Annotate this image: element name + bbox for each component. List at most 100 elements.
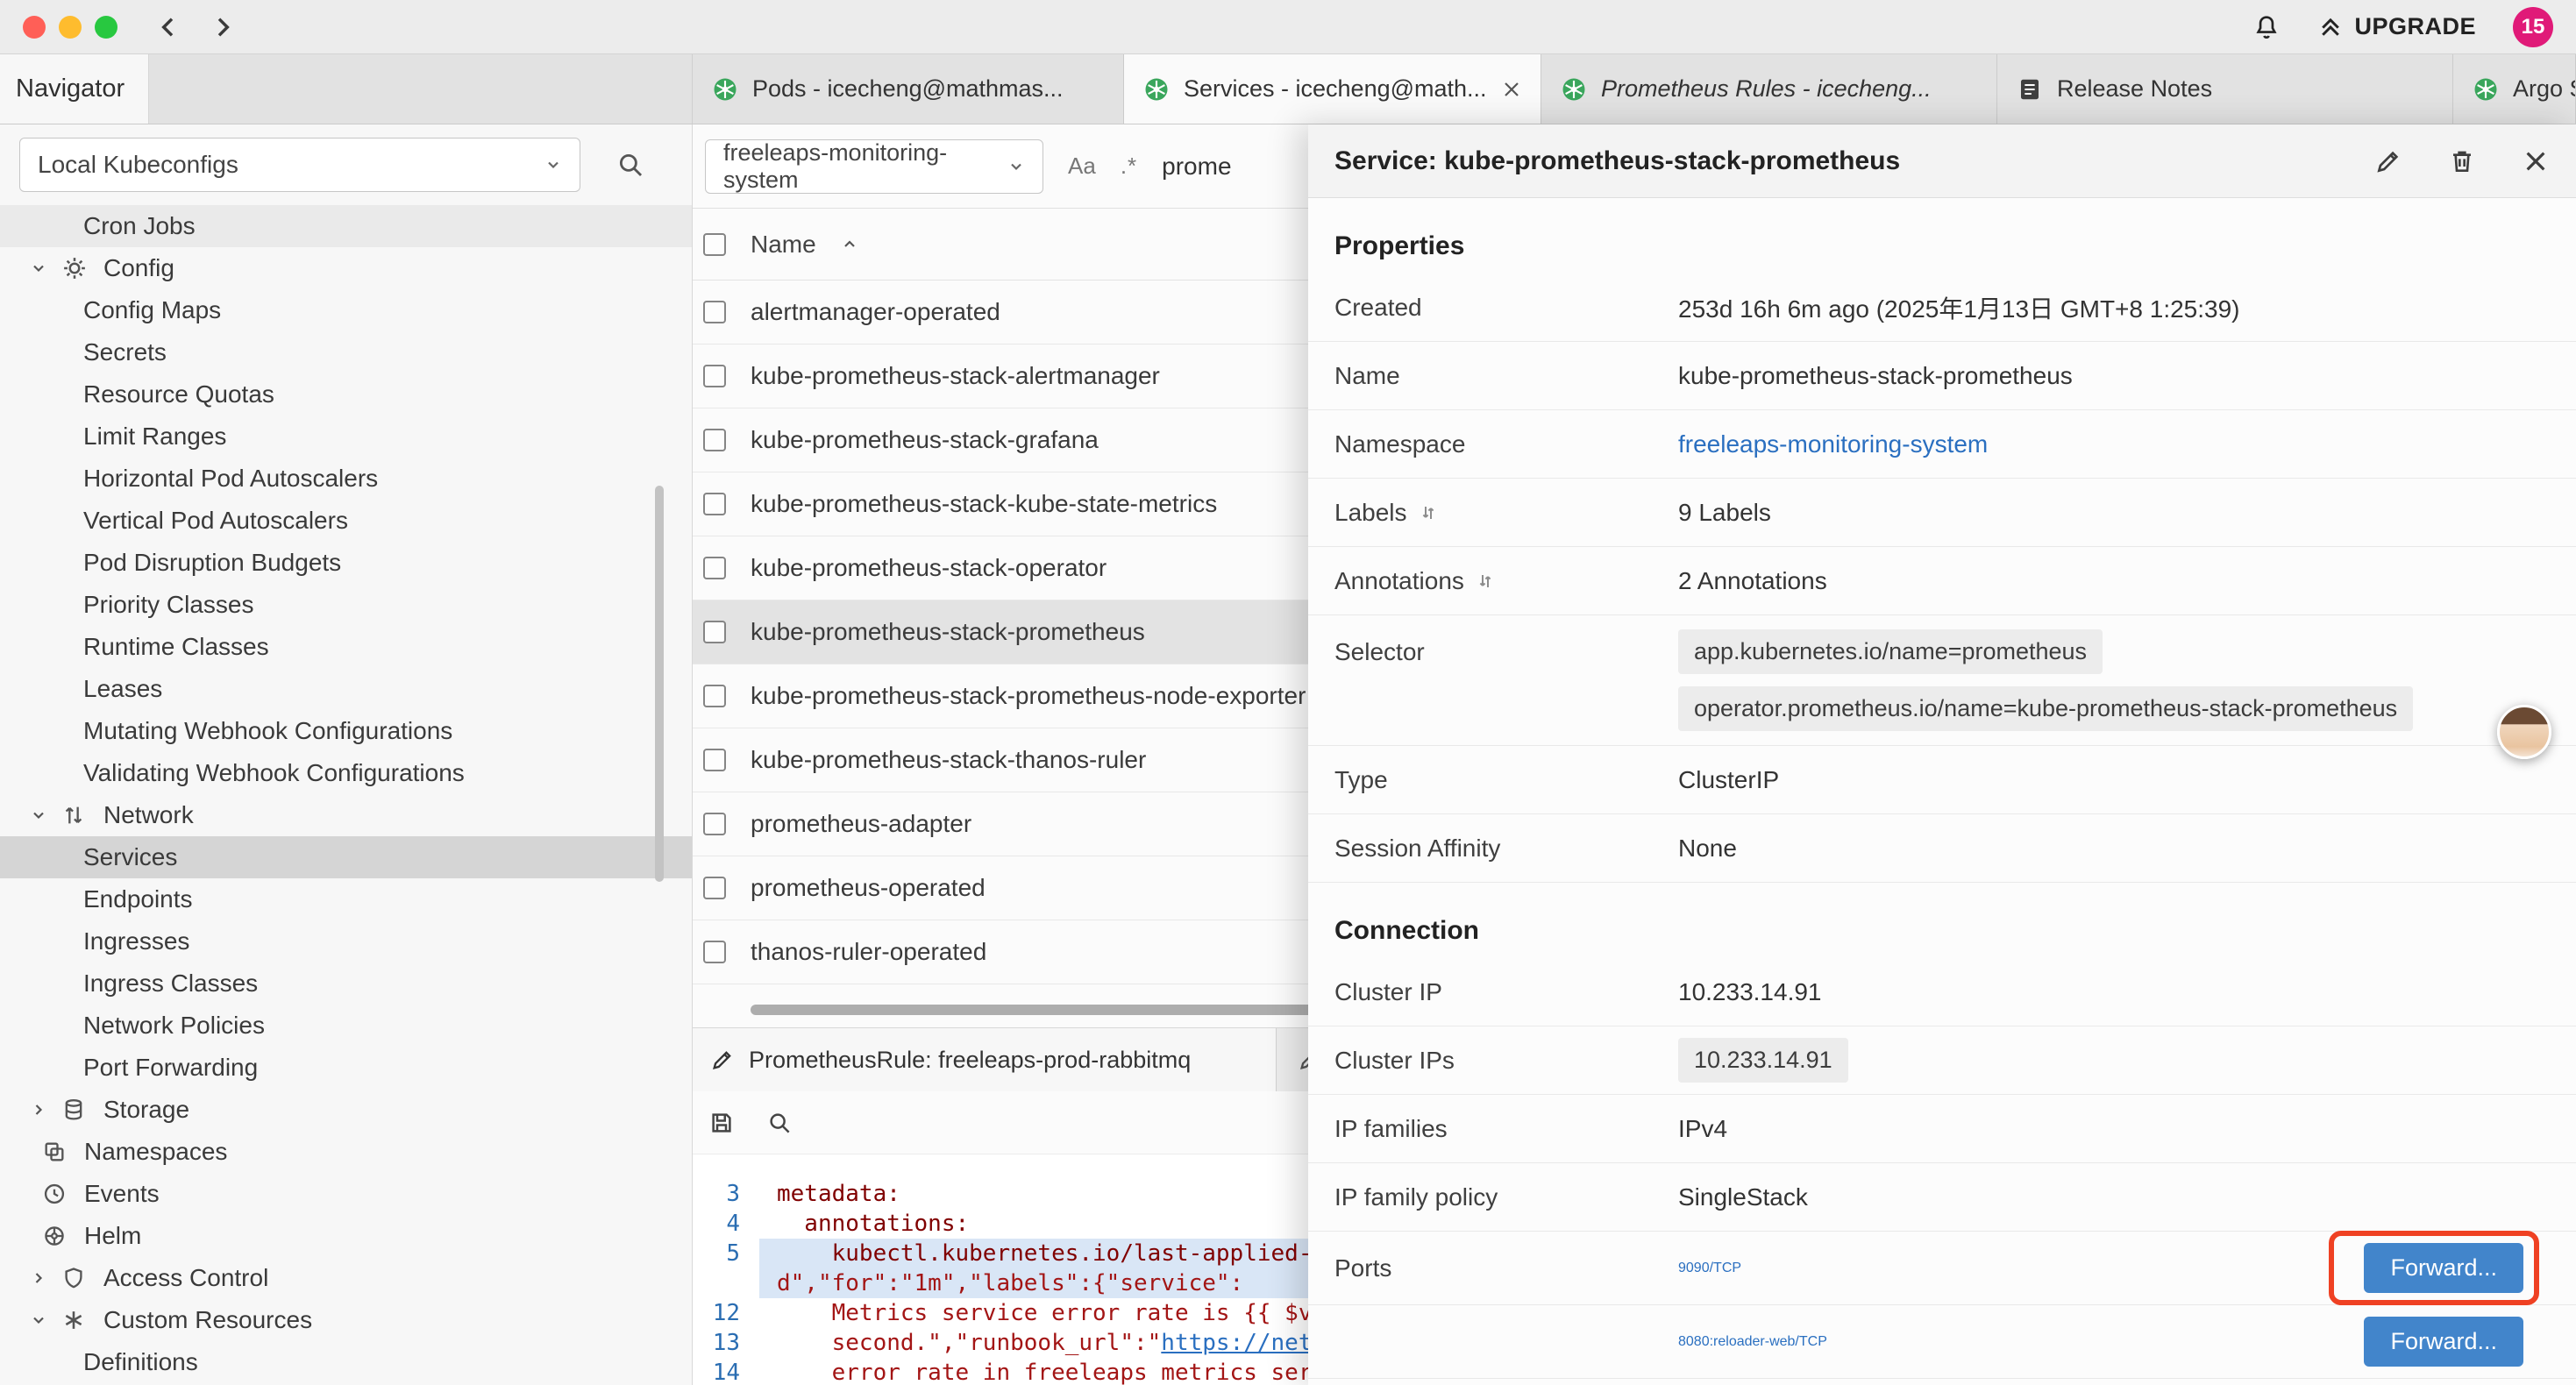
row-checkbox[interactable]	[703, 493, 726, 515]
port-link-9090[interactable]: 9090/TCP	[1678, 1261, 1741, 1276]
sidebar-item-config-maps[interactable]: Config Maps	[0, 289, 692, 331]
runbook-url-link[interactable]: https://net	[1161, 1330, 1312, 1356]
sidebar-item-horizontal-pod-autoscalers[interactable]: Horizontal Pod Autoscalers	[0, 458, 692, 500]
row-checkbox[interactable]	[703, 941, 726, 963]
chevron-down-icon[interactable]	[30, 806, 49, 824]
sidebar-item-priority-classes[interactable]: Priority Classes	[0, 584, 692, 626]
row-checkbox[interactable]	[703, 749, 726, 771]
dock-tab-prometheusrule[interactable]: PrometheusRule: freeleaps-prod-rabbitmq	[693, 1028, 1277, 1091]
close-tab-icon[interactable]	[1501, 79, 1522, 100]
chevron-down-icon[interactable]	[30, 1311, 49, 1329]
navigator-sidebar: Local Kubeconfigs Cron Jobs Config Confi…	[0, 124, 693, 1385]
row-checkbox[interactable]	[703, 301, 726, 323]
row-name: alertmanager-operated	[751, 298, 1000, 326]
column-header-name[interactable]: Name	[751, 231, 816, 259]
namespace-link[interactable]: freeleaps-monitoring-system	[1678, 430, 2550, 458]
sidebar-item-cron-jobs[interactable]: Cron Jobs	[0, 205, 692, 247]
tab-release-notes[interactable]: Release Notes	[1997, 54, 2453, 124]
search-icon[interactable]	[616, 150, 645, 180]
row-checkbox[interactable]	[703, 365, 726, 387]
tab-strip: Navigator Pods - icecheng@mathmas... Ser…	[0, 54, 2576, 124]
namespace-select[interactable]: freeleaps-monitoring-system	[705, 139, 1043, 194]
detail-label: Ports	[1334, 1254, 1678, 1282]
close-icon[interactable]	[2522, 147, 2550, 175]
sidebar-item-runtime-classes[interactable]: Runtime Classes	[0, 626, 692, 668]
chevron-down-icon[interactable]	[30, 259, 49, 277]
forward-icon[interactable]	[209, 13, 237, 41]
search-icon[interactable]	[766, 1110, 793, 1136]
sidebar-item-label: Priority Classes	[83, 591, 253, 619]
tab-services[interactable]: Services - icecheng@math...	[1124, 54, 1541, 124]
search-input[interactable]: prome	[1162, 153, 1231, 181]
sidebar-item-mutating-webhook-configurations[interactable]: Mutating Webhook Configurations	[0, 710, 692, 752]
sidebar-item-access-control[interactable]: Access Control	[0, 1257, 692, 1299]
sidebar-item-label: Services	[83, 843, 177, 871]
row-name: kube-prometheus-stack-grafana	[751, 426, 1099, 454]
match-case-toggle[interactable]: Aa	[1068, 153, 1096, 180]
sidebar-item-custom-resources[interactable]: Custom Resources	[0, 1299, 692, 1341]
row-checkbox[interactable]	[703, 813, 726, 835]
sidebar-item-label: Network Policies	[83, 1012, 265, 1040]
save-icon[interactable]	[708, 1110, 735, 1136]
notification-count-badge[interactable]: 15	[2513, 7, 2553, 47]
sidebar-item-config[interactable]: Config	[0, 247, 692, 289]
row-checkbox[interactable]	[703, 429, 726, 451]
sidebar-item-network-policies[interactable]: Network Policies	[0, 1005, 692, 1047]
tab-pods[interactable]: Pods - icecheng@mathmas...	[693, 54, 1124, 124]
expand-collapse-icon[interactable]	[1475, 571, 1496, 592]
detail-label: Type	[1334, 766, 1678, 794]
chevron-right-icon[interactable]	[30, 1269, 49, 1287]
row-checkbox[interactable]	[703, 877, 726, 899]
sidebar-item-label: Ingresses	[83, 927, 189, 955]
notifications-bell-icon[interactable]	[2252, 13, 2281, 41]
regex-toggle[interactable]: .*	[1121, 153, 1137, 180]
sidebar-item-namespaces[interactable]: Namespaces	[0, 1131, 692, 1173]
detail-row-namespace: Namespace freeleaps-monitoring-system	[1308, 410, 2576, 479]
detail-value: None	[1678, 835, 2550, 863]
tab-strip-gap	[149, 54, 693, 124]
sidebar-item-pod-disruption-budgets[interactable]: Pod Disruption Budgets	[0, 542, 692, 584]
edit-pencil-icon[interactable]	[2374, 147, 2402, 175]
tab-argo[interactable]: Argo Se	[2453, 54, 2576, 124]
tab-prometheus-rules[interactable]: Prometheus Rules - icecheng...	[1541, 54, 1997, 124]
sidebar-item-validating-webhook-configurations[interactable]: Validating Webhook Configurations	[0, 752, 692, 794]
select-all-checkbox[interactable]	[703, 233, 726, 256]
sidebar-item-port-forwarding[interactable]: Port Forwarding	[0, 1047, 692, 1089]
sidebar-item-network[interactable]: Network	[0, 794, 692, 836]
maximize-window-button[interactable]	[95, 16, 117, 39]
detail-row-session-affinity: Session Affinity None	[1308, 814, 2576, 883]
close-window-button[interactable]	[23, 16, 46, 39]
sidebar-item-vertical-pod-autoscalers[interactable]: Vertical Pod Autoscalers	[0, 500, 692, 542]
sidebar-scrollbar[interactable]	[655, 486, 664, 882]
row-checkbox[interactable]	[703, 685, 726, 707]
sort-ascending-icon[interactable]	[841, 236, 858, 253]
upgrade-button[interactable]: UPGRADE	[2317, 13, 2476, 40]
sidebar-item-definitions[interactable]: Definitions	[0, 1341, 692, 1383]
sidebar-item-events[interactable]: Events	[0, 1173, 692, 1215]
delete-trash-icon[interactable]	[2448, 147, 2476, 175]
forward-button-8080[interactable]: Forward...	[2364, 1317, 2523, 1367]
chevron-right-icon[interactable]	[30, 1101, 49, 1119]
kubeconfig-select[interactable]: Local Kubeconfigs	[19, 138, 580, 192]
sidebar-item-ingress-classes[interactable]: Ingress Classes	[0, 962, 692, 1005]
sidebar-item-storage[interactable]: Storage	[0, 1089, 692, 1131]
row-checkbox[interactable]	[703, 621, 726, 643]
sidebar-item-secrets[interactable]: Secrets	[0, 331, 692, 373]
sidebar-item-limit-ranges[interactable]: Limit Ranges	[0, 416, 692, 458]
row-checkbox[interactable]	[703, 557, 726, 579]
detail-row-cluster-ips: Cluster IPs 10.233.14.91	[1308, 1026, 2576, 1095]
avatar[interactable]	[2497, 705, 2551, 759]
expand-collapse-icon[interactable]	[1418, 502, 1439, 523]
forward-button-9090[interactable]: Forward...	[2364, 1243, 2523, 1293]
sidebar-item-label: Access Control	[103, 1264, 268, 1292]
port-link-8080[interactable]: 8080:reloader-web/TCP	[1678, 1334, 1827, 1350]
sidebar-item-ingresses[interactable]: Ingresses	[0, 920, 692, 962]
sidebar-item-leases[interactable]: Leases	[0, 668, 692, 710]
sidebar-item-endpoints[interactable]: Endpoints	[0, 878, 692, 920]
sidebar-item-resource-quotas[interactable]: Resource Quotas	[0, 373, 692, 416]
back-icon[interactable]	[154, 13, 182, 41]
sidebar-item-services[interactable]: Services	[0, 836, 692, 878]
minimize-window-button[interactable]	[59, 16, 82, 39]
detail-row-ip-family-policy: IP family policy SingleStack	[1308, 1163, 2576, 1232]
sidebar-item-helm[interactable]: Helm	[0, 1215, 692, 1257]
